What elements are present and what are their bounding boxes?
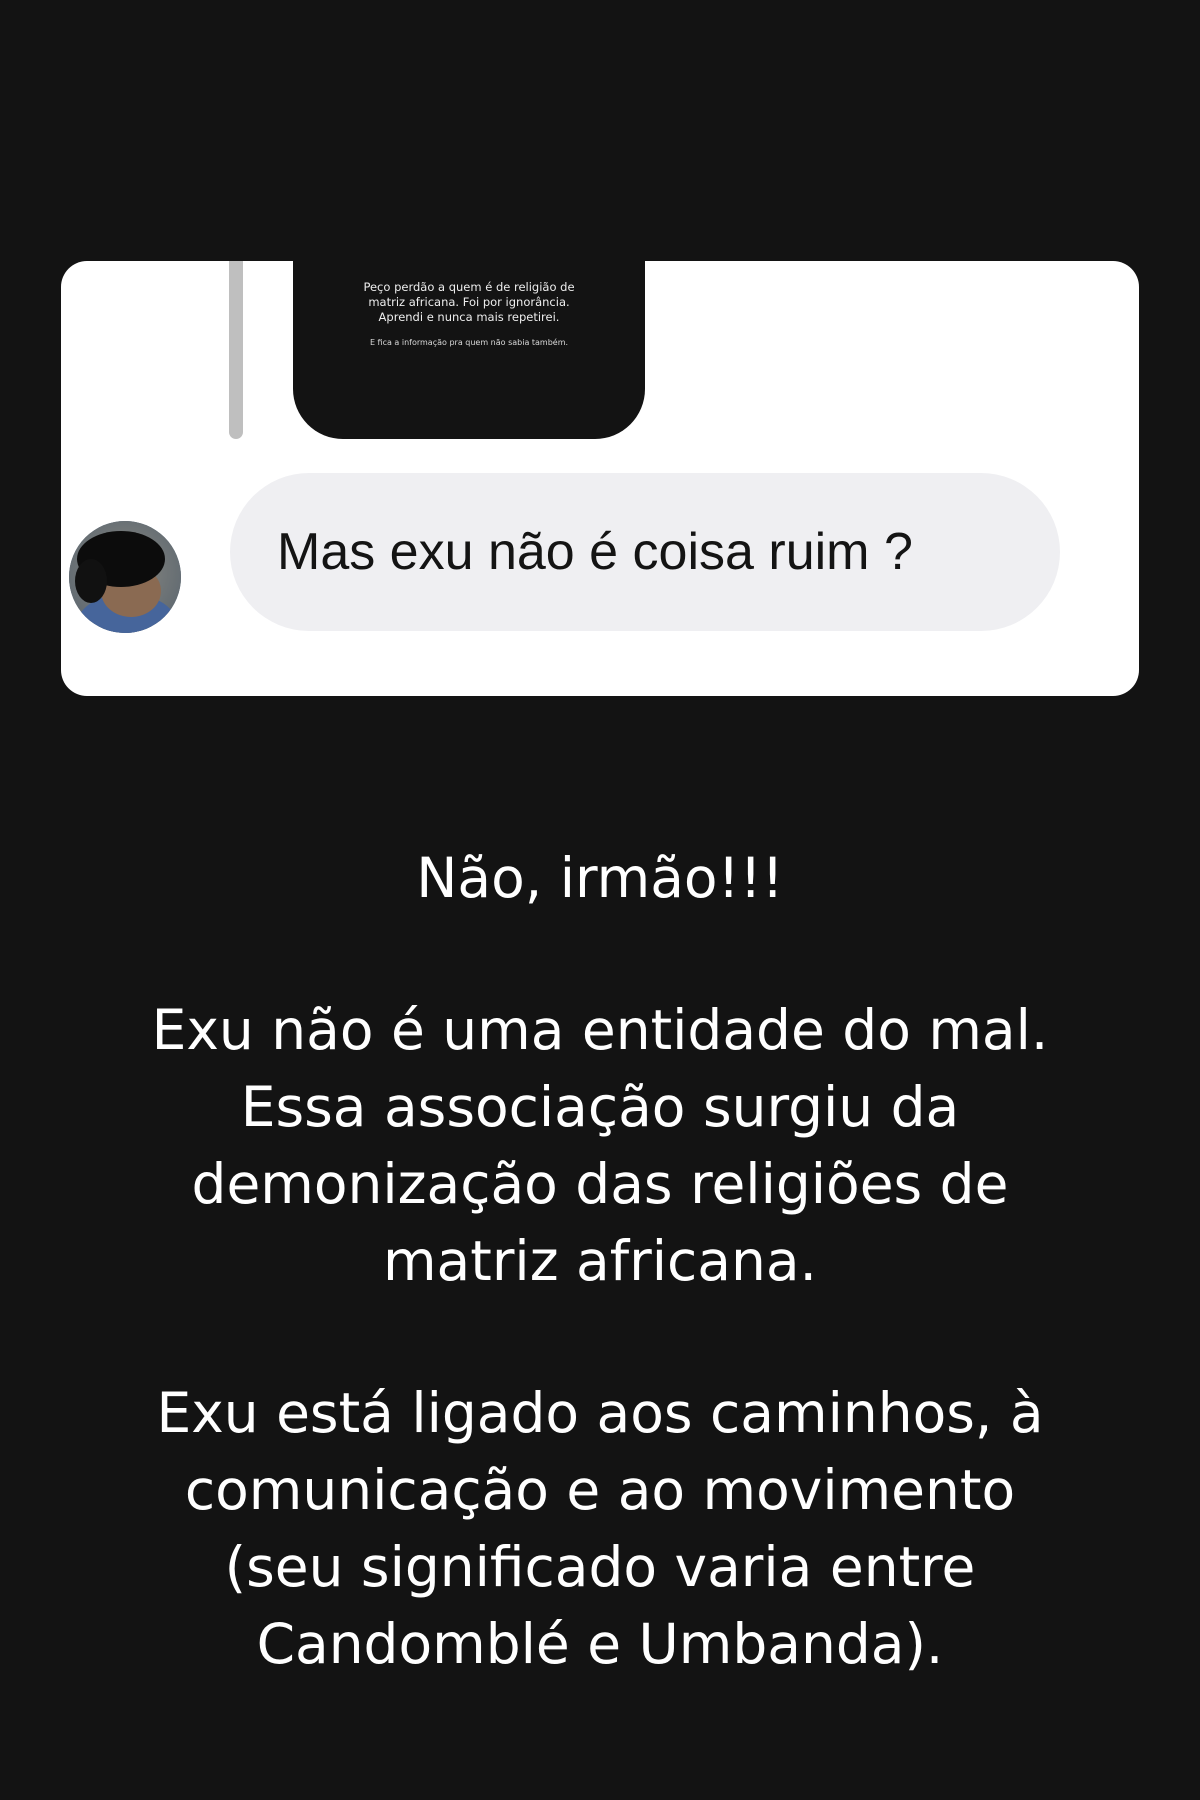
quote-bar	[229, 261, 243, 439]
message-bubble: Mas exu não é coisa ruim ?	[230, 473, 1060, 631]
story-reply-text: Não, irmão!!! Exu não é uma entidade do …	[60, 840, 1140, 1683]
reply-line: Exu está ligado aos caminhos, à	[156, 1381, 1044, 1445]
reply-line: demonização das religiões de	[191, 1152, 1009, 1216]
quoted-story-note: E fica a informação pra quem não sabia t…	[369, 338, 569, 347]
story-reply-card: Peço perdão a quem é de religião de matr…	[61, 261, 1139, 696]
quoted-story-line: Aprendi e nunca mais repetirei.	[378, 310, 560, 324]
quoted-story-line: Peço perdão a quem é de religião de	[363, 280, 575, 294]
avatar[interactable]	[69, 521, 181, 633]
reply-line: comunicação e ao movimento	[184, 1458, 1016, 1522]
reply-line: Candomblé e Umbanda).	[256, 1612, 944, 1676]
reply-line: Essa associação surgiu da	[240, 1075, 960, 1139]
reply-line: matriz africana.	[382, 1229, 818, 1293]
reply-heading: Não, irmão!!!	[416, 846, 784, 910]
message-text: Mas exu não é coisa ruim ?	[277, 523, 913, 581]
reply-line: (seu significado varia entre	[224, 1535, 976, 1599]
blurred-profile-avatar-icon	[69, 521, 181, 633]
reply-line: Exu não é uma entidade do mal.	[151, 998, 1049, 1062]
quoted-story-preview[interactable]: Peço perdão a quem é de religião de matr…	[293, 261, 645, 439]
quoted-story-line: matriz africana. Foi por ignorância.	[368, 295, 570, 309]
